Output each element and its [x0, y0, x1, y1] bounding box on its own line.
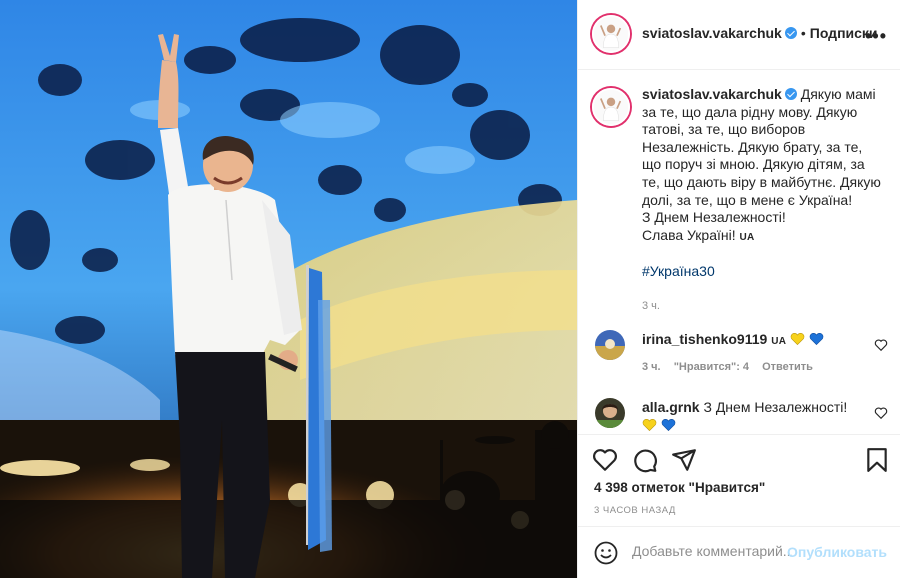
author-username[interactable]: sviatoslav.vakarchuk [642, 25, 782, 41]
ua-flag-label: UA [771, 336, 787, 347]
verified-badge-icon [784, 88, 797, 100]
smiley-icon[interactable] [594, 541, 618, 565]
avatar-image [595, 398, 625, 428]
comment-heart-icon[interactable] [874, 406, 888, 420]
comment-icon[interactable] [632, 447, 658, 473]
post-header: sviatoslav.vakarchuk • Подписки ••• [578, 0, 900, 70]
header-name-row: sviatoslav.vakarchuk • Подписки [642, 25, 878, 41]
avatar-image [595, 330, 625, 360]
caption-line: Незалежність. Дякую брату, за те, [642, 138, 863, 155]
caption-line: Дякую мамі [800, 86, 876, 102]
comment-text: З Днем Незалежності! [703, 399, 848, 415]
avatar-image [594, 17, 628, 51]
avatar-image [594, 90, 628, 124]
comment-time[interactable]: 3 ч. [642, 361, 661, 373]
yellow-heart-icon [790, 333, 805, 346]
comment-username[interactable]: alla.grnk [642, 399, 700, 415]
verified-badge-icon [784, 27, 797, 39]
post-photo[interactable] [0, 0, 577, 578]
comment-input[interactable] [632, 543, 792, 559]
reply-button[interactable]: Ответить [762, 361, 813, 373]
caption-line: татові, за те, що виборов [642, 121, 806, 138]
caption-line: за те, що дала рідну мову. Дякую [642, 103, 858, 120]
caption-line: що поруч зі мною. Дякую дітям, за [642, 156, 865, 173]
comment-body: irina_tishenko9119 UA [642, 330, 892, 351]
comment-heart-icon[interactable] [874, 338, 888, 352]
share-icon[interactable] [671, 447, 697, 473]
comment-meta: 3 ч. "Нравится": 4 Ответить [642, 361, 892, 373]
action-bar [578, 434, 900, 484]
post-timestamp[interactable]: 3 ЧАСОВ НАЗАД [594, 505, 676, 516]
comment-composer: Опубликовать [578, 526, 900, 578]
post-caption: sviatoslav.vakarchuk Дякую мамі за те, щ… [592, 86, 892, 312]
yellow-heart-icon [642, 419, 657, 432]
heart-icon[interactable] [592, 447, 618, 473]
caption-text: sviatoslav.vakarchuk Дякую мамі за те, щ… [642, 86, 892, 281]
commenter-avatar[interactable] [595, 330, 625, 360]
blue-heart-icon [661, 419, 676, 432]
more-options-icon[interactable]: ••• [865, 26, 887, 47]
comment-body: alla.grnk З Днем Незалежності! [642, 398, 892, 434]
comment-username[interactable]: irina_tishenko9119 [642, 331, 767, 347]
author-avatar[interactable] [592, 15, 630, 53]
commenter-avatar[interactable] [595, 398, 625, 428]
caption-line: те, що дають віру в майбутнє. Дякую [642, 173, 881, 190]
ua-flag-label: UA [739, 231, 755, 243]
bookmark-icon[interactable] [864, 447, 890, 473]
blue-heart-icon [809, 333, 824, 346]
likes-count[interactable]: 4 398 отметок "Нравится" [594, 480, 765, 495]
comment-like-count[interactable]: "Нравится": 4 [674, 361, 749, 373]
post-sidebar: sviatoslav.vakarchuk • Подписки ••• sviato… [577, 0, 900, 578]
publish-button[interactable]: Опубликовать [787, 544, 887, 560]
caption-line: З Днем Незалежності! [642, 209, 786, 226]
caption-timestamp[interactable]: 3 ч. [642, 300, 892, 312]
caption-line: долі, за те, що в мене є Україна! [642, 191, 853, 208]
hashtag-link[interactable]: #Україна30 [642, 263, 892, 281]
concert-photo-image [0, 0, 577, 578]
caption-line-text: Слава Україні! [642, 226, 736, 243]
comment-item: alla.grnk З Днем Незалежності! [592, 398, 892, 434]
caption-line: Слава Україні! UA [642, 227, 892, 247]
comment-item: irina_tishenko9119 UA 3 ч. "Нравится": 4… [592, 330, 892, 373]
caption-username[interactable]: sviatoslav.vakarchuk [642, 86, 782, 102]
separator-dot: • [800, 25, 806, 41]
caption-author-avatar[interactable] [592, 88, 630, 126]
